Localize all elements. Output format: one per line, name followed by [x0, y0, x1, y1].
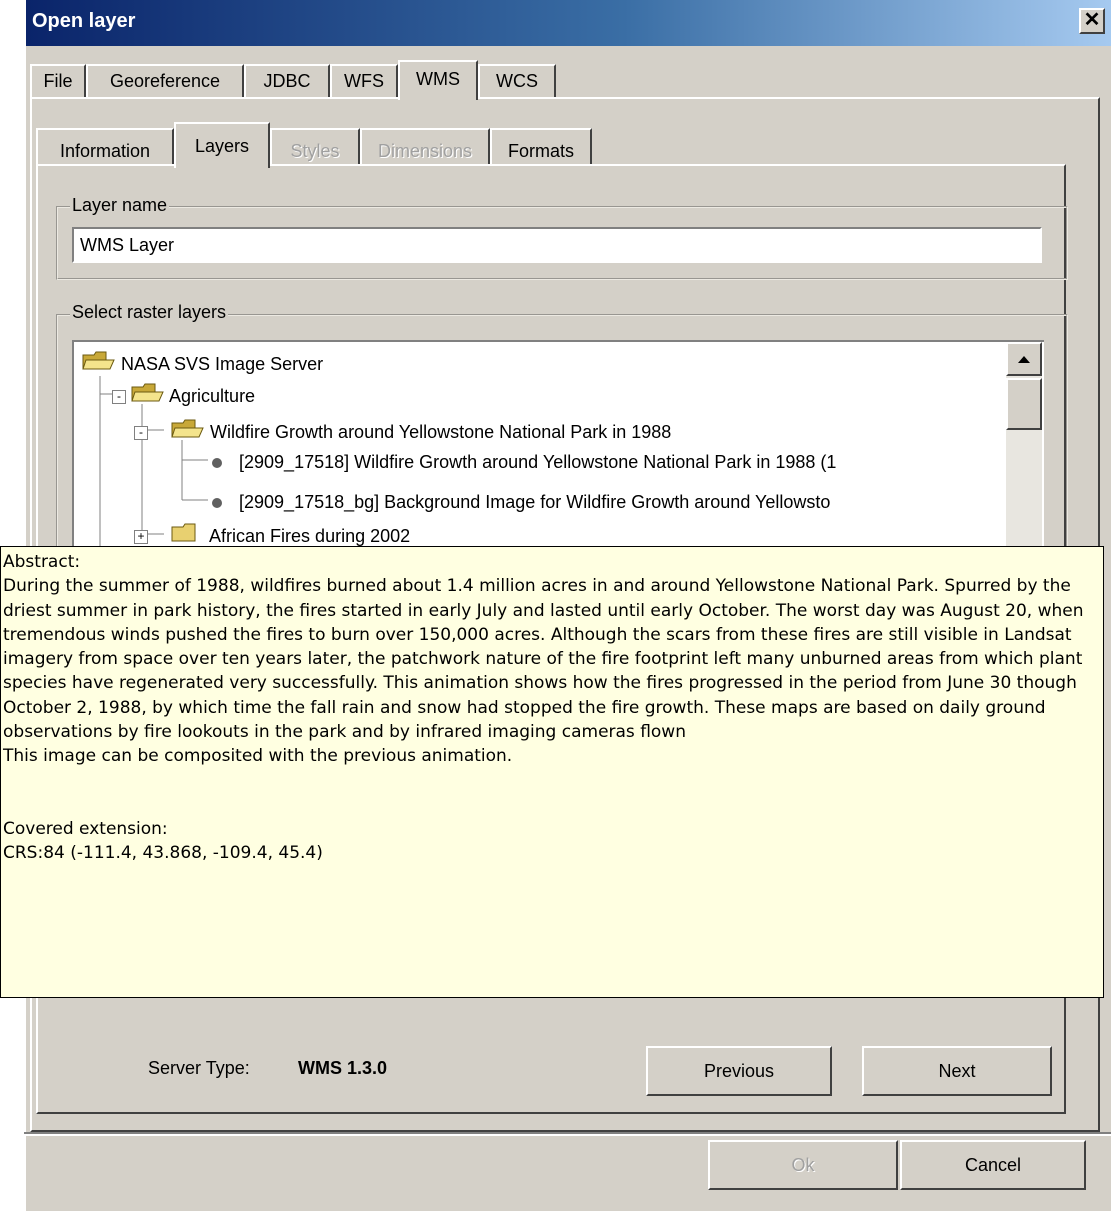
tree-node-label: NASA SVS Image Server	[121, 354, 324, 374]
collapse-expander-icon[interactable]: -	[112, 390, 126, 405]
layer-abstract-tooltip: Abstract: During the summer of 1988, wil…	[0, 546, 1104, 998]
server-type-label: Server Type:	[148, 1058, 250, 1078]
tree-node-label: Wildfire Growth around Yellowstone Natio…	[210, 422, 672, 442]
tab-file[interactable]: File	[30, 64, 86, 98]
extension-value: CRS:84 (-111.4, 43.868, -109.4, 45.4)	[3, 842, 323, 863]
cancel-button[interactable]: Cancel	[900, 1140, 1086, 1190]
tree-node-layer-2909-17518[interactable]: [2909_17518] Wildfire Growth around Yell…	[212, 448, 836, 476]
tab-georeference[interactable]: Georeference	[86, 64, 244, 98]
tree-node-wildfire-growth[interactable]: - Wildfire Growth around Yellowstone Nat…	[134, 418, 671, 446]
layer-name-input[interactable]: WMS Layer	[72, 227, 1042, 263]
abstract-label: Abstract:	[3, 552, 81, 572]
tab-wms[interactable]: WMS	[398, 60, 478, 100]
scroll-thumb[interactable]	[1006, 378, 1042, 430]
tab-wcs[interactable]: WCS	[478, 64, 556, 98]
tree-node-label: Agriculture	[169, 386, 256, 406]
subtab-formats[interactable]: Formats	[490, 128, 592, 166]
tree-scrollbar[interactable]	[1006, 342, 1042, 548]
tree-node-label: [2909_17518] Wildfire Growth around Yell…	[239, 452, 837, 472]
folder-open-icon	[171, 419, 205, 447]
folder-open-icon	[82, 351, 116, 379]
tooltip-spacer	[3, 769, 1101, 817]
tab-wfs[interactable]: WFS	[330, 64, 398, 98]
tab-jdbc[interactable]: JDBC	[244, 64, 330, 98]
expand-expander-icon[interactable]: +	[134, 530, 148, 545]
close-button[interactable]: ✕	[1079, 8, 1105, 34]
subtab-information[interactable]: Information	[36, 128, 174, 166]
layer-tree[interactable]: NASA SVS Image Server - Agriculture - Wi…	[72, 340, 1044, 550]
raster-layers-legend: Select raster layers	[70, 302, 229, 323]
footer-separator	[24, 1132, 1111, 1136]
collapse-expander-icon[interactable]: -	[134, 426, 148, 441]
title-bar[interactable]: Open layer ✕	[26, 0, 1111, 46]
folder-open-icon	[131, 383, 165, 411]
subtab-styles: Styles	[270, 128, 360, 166]
layer-bullet-icon	[212, 498, 222, 509]
scroll-up-button[interactable]	[1006, 342, 1042, 376]
tree-node-label: [2909_17518_bg] Background Image for Wil…	[239, 492, 831, 512]
close-icon: ✕	[1083, 9, 1101, 31]
layer-bullet-icon	[212, 458, 222, 469]
layer-name-legend: Layer name	[70, 195, 170, 216]
tree-node-label: African Fires during 2002	[209, 526, 411, 546]
previous-button[interactable]: Previous	[646, 1046, 832, 1096]
composite-note: This image can be composited with the pr…	[3, 746, 513, 767]
arrow-up-icon	[1018, 356, 1030, 363]
server-type-value: WMS 1.3.0	[298, 1058, 388, 1078]
tree-node-layer-2909-17518-bg[interactable]: [2909_17518_bg] Background Image for Wil…	[212, 488, 830, 516]
subtab-dimensions: Dimensions	[360, 128, 490, 166]
ok-button: Ok	[708, 1140, 898, 1190]
extension-label: Covered extension:	[3, 818, 168, 839]
next-button[interactable]: Next	[862, 1046, 1052, 1096]
tree-node-nasa-svs[interactable]: NASA SVS Image Server	[82, 350, 323, 378]
window-title: Open layer	[32, 10, 136, 32]
subtab-layers[interactable]: Layers	[174, 122, 270, 168]
abstract-text: During the summer of 1988, wildfires bur…	[3, 576, 1084, 743]
tree-node-agriculture[interactable]: - Agriculture	[112, 382, 255, 410]
